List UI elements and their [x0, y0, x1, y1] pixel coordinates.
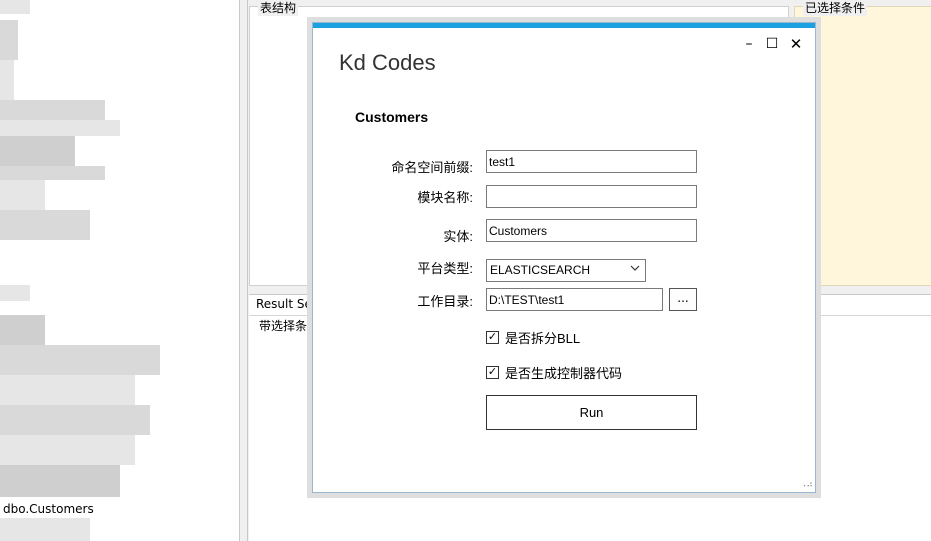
blurred-region	[0, 375, 135, 405]
entity-input[interactable]	[486, 219, 697, 242]
blurred-region	[0, 60, 14, 100]
run-button[interactable]: Run	[486, 395, 697, 430]
gen-controller-label: 是否生成控制器代码	[505, 366, 623, 381]
blurred-region	[0, 210, 90, 240]
close-icon[interactable]: ✕	[788, 35, 804, 53]
blurred-region	[0, 518, 90, 541]
kd-codes-dialog: – ☐ ✕ Kd Codes Customers 命名空间前缀: 模块名称: 实…	[307, 17, 821, 498]
blurred-region	[0, 180, 45, 210]
blurred-region	[0, 136, 75, 166]
namespace-label: 命名空间前缀:	[391, 160, 473, 175]
browse-button[interactable]: ...	[669, 288, 697, 311]
blurred-region	[0, 100, 105, 120]
blurred-region	[0, 20, 18, 60]
dialog-body: – ☐ ✕ Kd Codes Customers 命名空间前缀: 模块名称: 实…	[312, 22, 816, 493]
blurred-region	[0, 166, 105, 180]
split-bll-label: 是否拆分BLL	[505, 331, 581, 346]
resize-grip-icon[interactable]: ⠠⠴	[800, 480, 813, 490]
blurred-region	[0, 465, 120, 497]
blurred-region	[0, 345, 160, 375]
dialog-accent-bar	[313, 23, 815, 28]
module-name-input[interactable]	[486, 185, 697, 208]
work-dir-input[interactable]	[486, 288, 663, 311]
table-structure-title: 表结构	[258, 0, 299, 16]
checkmark-icon[interactable]: ✓	[486, 331, 499, 344]
blurred-region	[0, 120, 120, 136]
blurred-region	[0, 435, 135, 465]
dialog-title: Kd Codes	[339, 50, 436, 75]
namespace-input[interactable]	[486, 150, 697, 173]
platform-type-value: ELASTICSEARCH	[490, 263, 591, 277]
blurred-region	[0, 315, 45, 345]
tree-item-customers[interactable]: dbo.Customers	[3, 502, 94, 516]
app-window: dbo.Customers 表结构 已选择条件 Result Set 带选择条件…	[0, 0, 931, 541]
split-bll-checkbox[interactable]: ✓ 是否拆分BLL	[486, 328, 580, 347]
table-tree-panel[interactable]: dbo.Customers	[0, 0, 240, 541]
maximize-icon[interactable]: ☐	[764, 36, 780, 52]
selected-conditions-title: 已选择条件	[803, 0, 868, 16]
chevron-down-icon	[630, 263, 640, 276]
blurred-region	[0, 405, 150, 435]
entity-label: 实体:	[443, 229, 473, 244]
platform-type-select[interactable]: ELASTICSEARCH	[486, 259, 646, 282]
panel-splitter[interactable]	[240, 0, 248, 541]
gen-controller-checkbox[interactable]: ✓ 是否生成控制器代码	[486, 363, 622, 382]
work-dir-label: 工作目录:	[417, 294, 473, 309]
blurred-region	[0, 285, 30, 301]
platform-type-label: 平台类型:	[417, 261, 473, 276]
module-name-label: 模块名称:	[417, 190, 473, 205]
blurred-region	[0, 0, 30, 14]
minimize-icon[interactable]: –	[741, 36, 757, 52]
checkmark-icon[interactable]: ✓	[486, 366, 499, 379]
entity-heading: Customers	[355, 109, 429, 125]
